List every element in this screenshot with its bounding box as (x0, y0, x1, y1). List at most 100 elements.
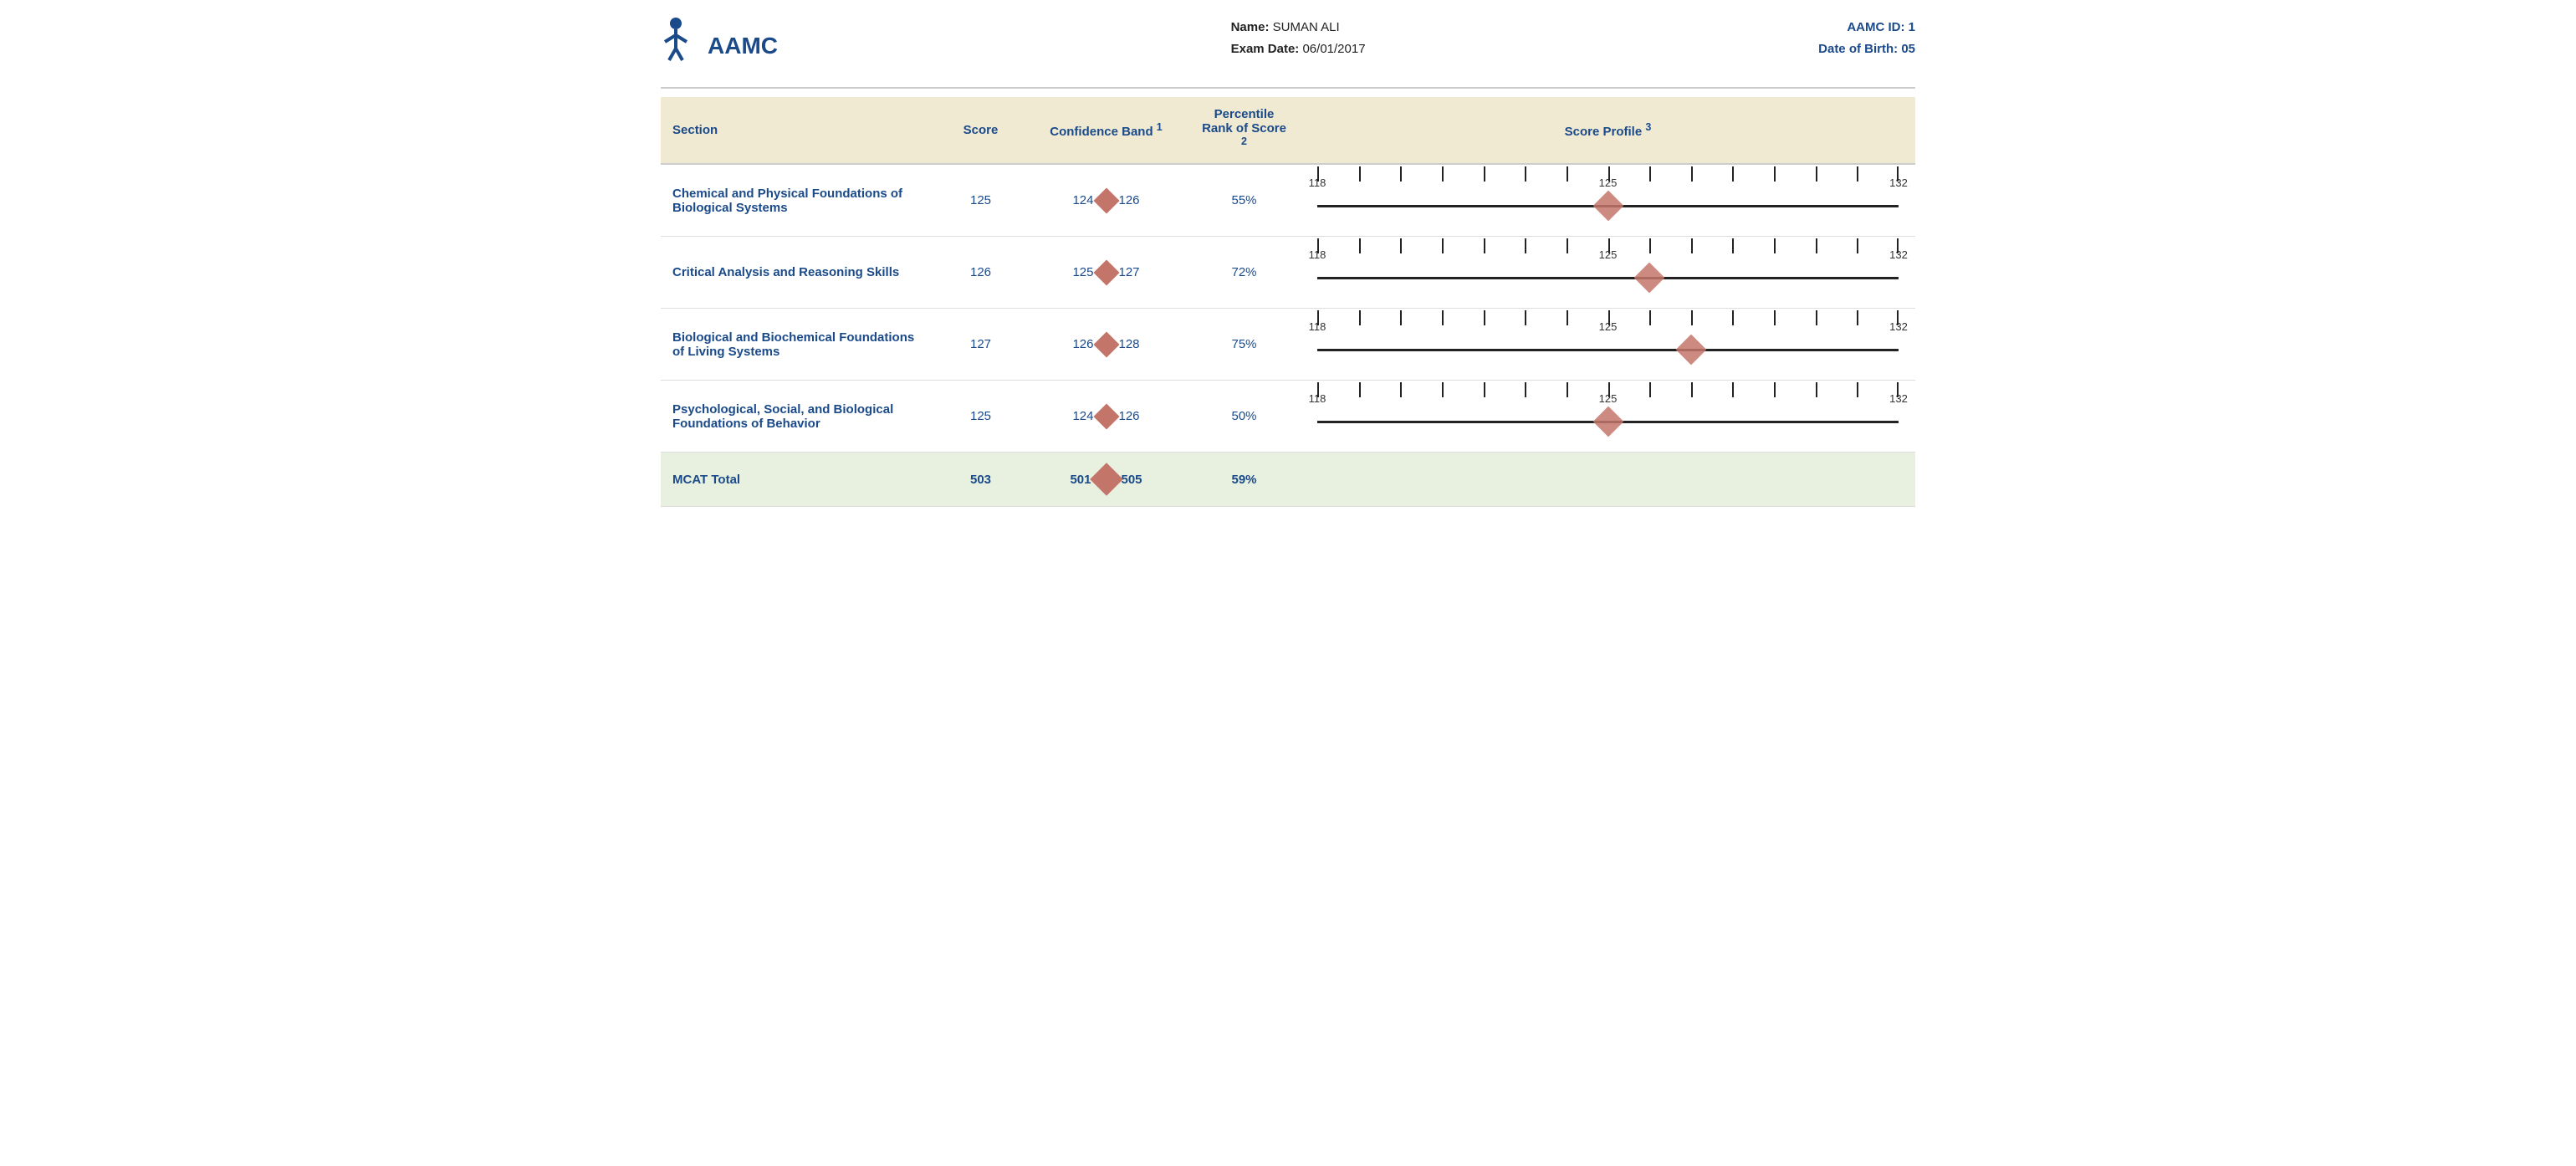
end-cap-right (1897, 238, 1899, 253)
conf-band-inner: 125 127 (1072, 263, 1139, 282)
tick-mark (1400, 238, 1402, 253)
conf-band-inner: 124 126 (1072, 407, 1139, 426)
confidence-diamond (1093, 331, 1119, 357)
end-cap-right (1897, 310, 1899, 325)
score-value: 503 (937, 453, 1025, 507)
end-cap-right (1897, 382, 1899, 397)
profile-chart: 118 125 132 (1317, 245, 1899, 299)
score-value: 125 (937, 381, 1025, 453)
tick-mark (1816, 166, 1817, 182)
aamc-id-value: 1 (1909, 20, 1915, 34)
conf-low: 126 (1072, 337, 1093, 351)
tick-mark (1691, 310, 1693, 325)
tick-mark (1442, 382, 1444, 397)
th-section: Section (661, 97, 937, 164)
section-name: Chemical and Physical Foundations of Bio… (661, 164, 937, 237)
logo-text: AAMC (708, 33, 778, 59)
conf-low: 501 (1070, 473, 1091, 487)
tick-mark (1400, 166, 1402, 182)
confidence-band: 125 127 (1025, 237, 1188, 309)
end-cap-left (1317, 238, 1319, 253)
exam-date-value: 06/01/2017 (1302, 42, 1365, 56)
tick-mark (1608, 310, 1610, 325)
tick-mark (1816, 382, 1817, 397)
end-cap-left (1317, 382, 1319, 397)
confidence-band: 126 128 (1025, 309, 1188, 381)
header-info-center: Name: SUMAN ALI Exam Date: 06/01/2017 (1231, 17, 1366, 59)
profile-cell: 118 125 132 (1301, 381, 1915, 453)
profile-baseline (1317, 277, 1899, 279)
profile-label-max: 132 (1889, 248, 1908, 261)
tick-mark (1484, 310, 1485, 325)
conf-high: 126 (1119, 193, 1140, 207)
table-row: Psychological, Social, and Biological Fo… (661, 381, 1915, 453)
dob-label: Date of Birth: (1818, 42, 1898, 56)
tick-mark (1525, 310, 1526, 325)
confidence-diamond (1093, 187, 1119, 213)
confidence-diamond (1093, 403, 1119, 429)
tick-mark (1359, 166, 1361, 182)
conf-high: 126 (1119, 409, 1140, 423)
score-profile-sup: 3 (1645, 121, 1651, 133)
tick-mark (1816, 238, 1817, 253)
section-name: Critical Analysis and Reasoning Skills (661, 237, 937, 309)
percentile-value: 75% (1188, 309, 1301, 381)
tick-mark (1608, 382, 1610, 397)
profile-label-max: 132 (1889, 320, 1908, 333)
th-percentile: Percentile Rank of Score 2 (1188, 97, 1301, 164)
profile-cell: 118 125 132 (1301, 309, 1915, 381)
tick-mark (1774, 310, 1776, 325)
conf-low: 124 (1072, 193, 1093, 207)
tick-mark (1525, 166, 1526, 182)
tick-mark (1525, 238, 1526, 253)
tick-mark (1484, 382, 1485, 397)
tick-mark (1442, 238, 1444, 253)
aamc-id-label: AAMC ID: (1847, 20, 1904, 34)
profile-label-max: 132 (1889, 176, 1908, 189)
tick-mark (1442, 310, 1444, 325)
header: AAMC Name: SUMAN ALI Exam Date: 06/01/20… (661, 17, 1915, 89)
profile-diamond (1675, 335, 1706, 366)
table-row: MCAT Total503 501 505 59% (661, 453, 1915, 507)
exam-date-label: Exam Date: (1231, 42, 1300, 56)
confidence-band: 501 505 (1025, 453, 1188, 507)
confidence-band: 124 126 (1025, 381, 1188, 453)
tick-mark (1691, 166, 1693, 182)
section-name: Biological and Biochemical Foundations o… (661, 309, 937, 381)
percentile-value: 72% (1188, 237, 1301, 309)
tick-mark (1567, 238, 1568, 253)
tick-mark (1484, 238, 1485, 253)
table-row: Chemical and Physical Foundations of Bio… (661, 164, 1915, 237)
tick-mark (1567, 310, 1568, 325)
conf-low: 124 (1072, 409, 1093, 423)
percentile-value: 55% (1188, 164, 1301, 237)
tick-mark (1732, 166, 1734, 182)
exam-date-row: Exam Date: 06/01/2017 (1231, 38, 1366, 60)
tick-mark (1691, 382, 1693, 397)
conf-band-inner: 126 128 (1072, 335, 1139, 354)
profile-chart: 118 125 132 (1317, 389, 1899, 443)
conf-band-inner: 501 505 (1070, 468, 1142, 491)
profile-label-max: 132 (1889, 392, 1908, 405)
tick-mark (1857, 166, 1858, 182)
name-label: Name: (1231, 20, 1270, 34)
tick-mark (1442, 166, 1444, 182)
conf-low: 125 (1072, 265, 1093, 279)
tick-mark (1857, 238, 1858, 253)
conf-high: 505 (1122, 473, 1142, 487)
tick-mark (1567, 382, 1568, 397)
tick-mark (1857, 382, 1858, 397)
logo-area: AAMC (661, 17, 778, 74)
percentile-value: 50% (1188, 381, 1301, 453)
profile-diamond (1634, 263, 1665, 294)
aamc-logo-icon (661, 17, 701, 74)
percentile-value: 59% (1188, 453, 1301, 507)
profile-diamond (1592, 407, 1623, 437)
profile-diamond (1592, 191, 1623, 222)
profile-cell: 118 125 132 (1301, 237, 1915, 309)
confidence-diamond (1093, 259, 1119, 285)
tick-mark (1359, 310, 1361, 325)
name-value: SUMAN ALI (1273, 20, 1340, 34)
table-header-row: Section Score Confidence Band 1 Percenti… (661, 97, 1915, 164)
confidence-band-sup: 1 (1157, 121, 1163, 133)
